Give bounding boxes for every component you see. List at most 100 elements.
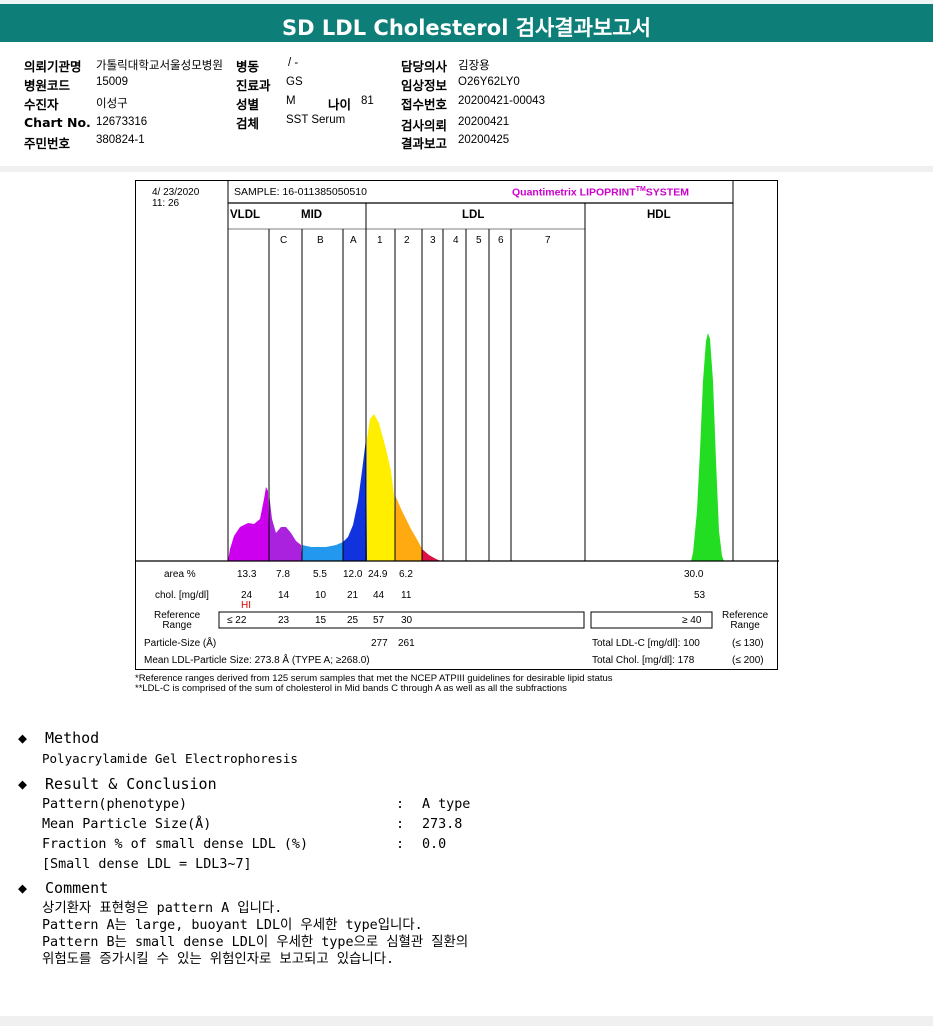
request-value: 20200421 — [458, 116, 510, 128]
chart-no-value: 12673316 — [96, 116, 148, 128]
total-ldl: Total LDL-C [mg/dl]: 100 — [592, 638, 700, 649]
area-value-b: 5.5 — [313, 569, 327, 580]
total-chol-ref: (≤ 200) — [732, 655, 764, 666]
group-mid: MID — [301, 209, 323, 221]
result-colon: : — [396, 817, 405, 832]
ref-value-b: 15 — [315, 615, 327, 626]
band-label-c: C — [280, 235, 288, 246]
group-hdl: HDL — [647, 209, 671, 221]
band-label-2: 2 — [404, 235, 410, 246]
ref-value-1: 57 — [373, 615, 385, 626]
hospital-code-label: 병원코드 — [24, 78, 71, 93]
result-note: [Small dense LDL = LDL3~7] — [42, 857, 252, 872]
request-label: 검사의뢰 — [401, 118, 448, 133]
footnote-2: **LDL-C is comprised of the sum of chole… — [135, 683, 567, 694]
result-value-fraction: 0.0 — [422, 837, 447, 852]
report-date-label: 결과보고 — [401, 136, 448, 151]
report-title-bar: SD LDL Cholesterol 검사결과보고서 — [0, 0, 933, 42]
chol-value-a: 21 — [347, 590, 359, 601]
result-label-pattern: Pattern(phenotype) — [42, 797, 188, 812]
band-area-b — [302, 542, 343, 561]
band-label-7: 7 — [545, 235, 551, 246]
area-value-hdl: 30.0 — [684, 569, 704, 580]
rrn-label: 주민번호 — [24, 136, 71, 151]
clinical-label: 임상정보 — [401, 78, 448, 93]
comment-line: Pattern B는 small dense LDL이 우세한 type으로 심… — [42, 935, 469, 950]
band-label-a: A — [350, 235, 357, 246]
ref-value-2: 30 — [401, 615, 413, 626]
area-value-1: 24.9 — [368, 569, 388, 580]
age-value: 81 — [361, 95, 374, 107]
specimen-value: SST Serum — [286, 114, 346, 126]
ref-value-a: 25 — [347, 615, 359, 626]
method-heading: ◆ Method — [18, 729, 100, 747]
result-heading: ◆ Result & Conclusion — [18, 775, 217, 793]
total-ldl-ref: (≤ 130) — [732, 638, 764, 649]
particle-size-2: 261 — [398, 638, 415, 649]
area-row-label: area % — [164, 569, 196, 580]
dept-value: GS — [286, 76, 303, 88]
band-label-5: 5 — [476, 235, 482, 246]
result-value-pattern: A type — [422, 797, 471, 812]
band-area-vldl — [228, 487, 269, 561]
receipt-label: 접수번호 — [401, 97, 448, 112]
group-vldl: VLDL — [230, 209, 261, 221]
group-ldl: LDL — [462, 209, 485, 221]
specimen-label: 검체 — [236, 116, 260, 131]
footer-bar — [0, 1016, 933, 1026]
sex-label: 성별 — [236, 97, 260, 112]
lipoprint-chart: 4/ 23/2020 11: 26 SAMPLE: 16-01138505051… — [135, 180, 779, 670]
mean-ldl-size: Mean LDL-Particle Size: 273.8 Å (TYPE A;… — [144, 655, 370, 666]
particle-size-1: 277 — [371, 638, 388, 649]
ward-value: / - — [288, 57, 299, 69]
chol-value-hdl: 53 — [694, 590, 706, 601]
sex-value: M — [286, 95, 296, 107]
particle-size-label: Particle-Size (Å) — [144, 638, 217, 649]
ward-label: 병동 — [236, 59, 260, 74]
result-colon: : — [396, 837, 405, 852]
result-colon: : — [396, 797, 405, 812]
institution-label: 의뢰기관명 — [24, 59, 82, 74]
report-date-value: 20200425 — [458, 134, 510, 146]
age-label: 나이 — [328, 97, 352, 112]
ref-row-label: Reference Range — [154, 610, 201, 631]
separator-bar — [0, 166, 933, 172]
patient-label: 수진자 — [24, 97, 59, 112]
receipt-value: 20200421-00043 — [458, 95, 545, 107]
patient-value: 이성구 — [96, 98, 128, 110]
chol-value-2: 11 — [401, 590, 412, 601]
clinical-value: O26Y62LY0 — [458, 76, 520, 88]
hi-flag: HI — [241, 600, 251, 611]
doctor-label: 담당의사 — [401, 59, 448, 74]
band-label-4: 4 — [453, 235, 459, 246]
ref-value-vldl: ≤ 22 — [227, 615, 247, 626]
institution-value: 가톨릭대학교서울성모병원 — [96, 60, 223, 72]
report-title: SD LDL Cholesterol 검사결과보고서 — [282, 16, 651, 40]
result-label-fraction: Fraction % of small dense LDL (%) — [42, 837, 309, 852]
hospital-code-value: 15009 — [96, 76, 128, 88]
result-label-size: Mean Particle Size(Å) — [42, 817, 212, 832]
ref-value-hdl: ≥ 40 — [682, 615, 702, 626]
patient-info: 의뢰기관명 가톨릭대학교서울성모병원 병동 / - 담당의사 김장용 병원코드 … — [0, 46, 933, 168]
chol-row-label: chol. [mg/dl] — [155, 590, 209, 601]
result-value-size: 273.8 — [422, 817, 463, 832]
band-label-b: B — [317, 235, 324, 246]
rrn-value: 380824-1 — [96, 134, 145, 146]
band-area-3 — [422, 549, 441, 561]
diamond-bullet-icon: ◆ — [18, 775, 28, 793]
diamond-bullet-icon: ◆ — [18, 729, 28, 747]
doctor-value: 김장용 — [458, 60, 490, 72]
chol-value-c: 14 — [278, 590, 290, 601]
ref-value-c: 23 — [278, 615, 290, 626]
comment-heading: ◆ Comment — [18, 879, 109, 897]
band-label-1: 1 — [377, 235, 383, 246]
area-value-c: 7.8 — [276, 569, 290, 580]
band-area-a — [343, 439, 367, 561]
area-value-a: 12.0 — [343, 569, 363, 580]
area-value-2: 6.2 — [399, 569, 413, 580]
band-area-1 — [367, 414, 395, 561]
comment-line: 위험도를 증가시킬 수 있는 위험인자로 보고되고 있습니다. — [42, 952, 395, 967]
chart-no-label: Chart No. — [24, 115, 91, 130]
band-label-3: 3 — [430, 235, 436, 246]
area-value-vldl: 13.3 — [237, 569, 257, 580]
